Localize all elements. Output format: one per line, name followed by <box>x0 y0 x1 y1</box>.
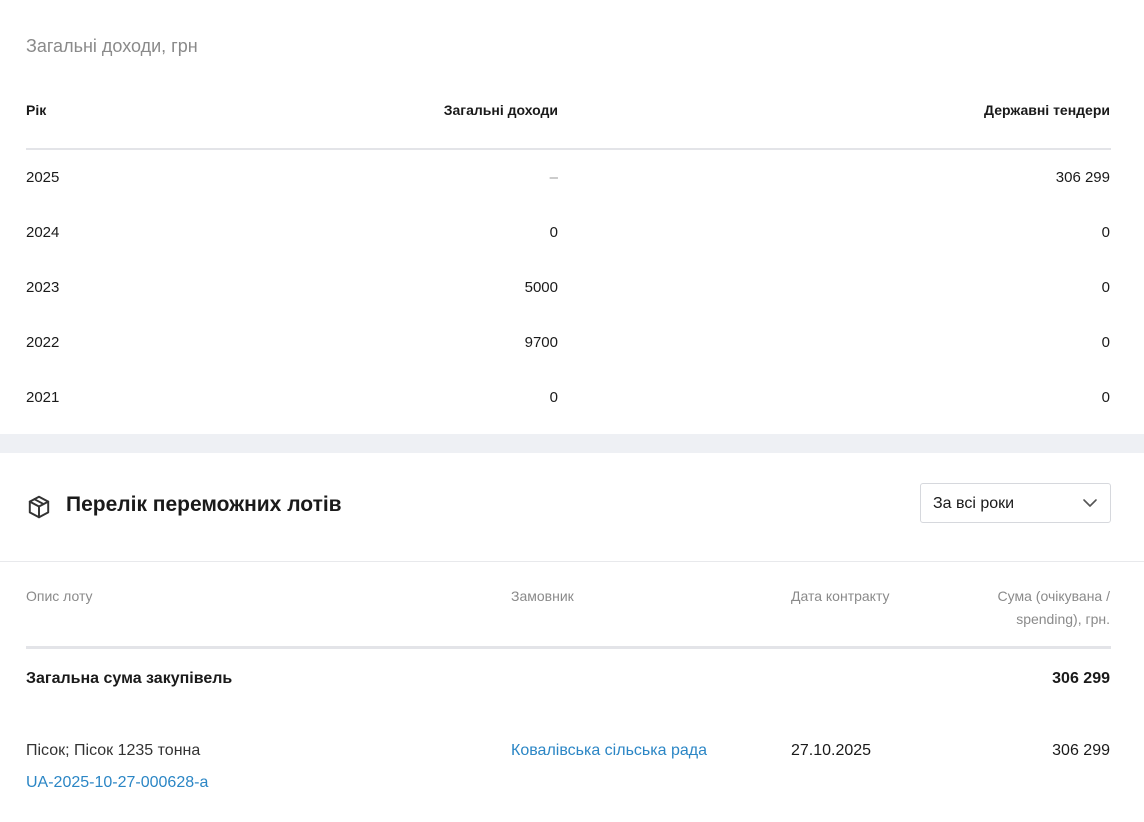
income-tenders: 0 <box>1101 389 1110 406</box>
lots-header-divider <box>0 561 1144 562</box>
lots-table-divider <box>26 646 1111 649</box>
income-year: 2021 <box>26 389 60 406</box>
lots-total-label: Загальна сума закупівель <box>26 670 233 687</box>
year-filter-value: За всі роки <box>933 495 1015 512</box>
lot-contract-date: 27.10.2025 <box>791 742 872 759</box>
lots-col-customer: Замовник <box>511 588 574 604</box>
income-section: Загальні доходи, грн Рік Загальні доходи… <box>0 0 1144 434</box>
lots-col-date: Дата контракту <box>791 588 890 604</box>
income-row-2025: 2025 – 306 299 <box>0 169 1144 189</box>
income-header-tenders: Державні тендери <box>984 102 1110 118</box>
income-row-2023: 2023 5000 0 <box>0 279 1144 299</box>
income-row-2024: 2024 0 0 <box>0 224 1144 244</box>
income-year: 2025 <box>26 169 60 186</box>
income-tenders: 0 <box>1101 224 1110 241</box>
income-total: 9700 <box>524 334 558 351</box>
lots-col-sum-line2: spending), грн. <box>1016 611 1110 627</box>
chevron-down-icon <box>1083 499 1097 507</box>
income-tenders: 0 <box>1101 279 1110 296</box>
package-icon <box>28 495 50 519</box>
year-filter-select[interactable]: За всі роки <box>920 483 1111 523</box>
income-row-2022: 2022 9700 0 <box>0 334 1144 354</box>
lots-title: Перелік переможних лотів <box>66 493 342 516</box>
income-tenders: 0 <box>1101 334 1110 351</box>
income-header-year: Рік <box>26 102 47 118</box>
section-separator <box>0 434 1144 453</box>
income-year: 2023 <box>26 279 60 296</box>
lots-col-sum: Сума (очікувана / spending), грн. <box>950 585 1110 631</box>
lot-description: Пісок; Пісок 1235 тонна <box>26 742 201 759</box>
lots-col-description: Опис лоту <box>26 588 93 604</box>
income-header-divider <box>26 148 1111 150</box>
income-year: 2022 <box>26 334 60 351</box>
lot-customer-link[interactable]: Ковалівська сільська рада <box>511 742 707 760</box>
income-year: 2024 <box>26 224 60 241</box>
lots-col-sum-line1: Сума (очікувана / <box>997 588 1110 604</box>
income-title: Загальні доходи, грн <box>26 36 198 56</box>
income-total: 0 <box>549 389 558 406</box>
income-total: – <box>549 169 558 186</box>
income-total: 0 <box>549 224 558 241</box>
lot-sum: 306 299 <box>1052 742 1110 759</box>
income-tenders: 306 299 <box>1055 169 1110 186</box>
income-total: 5000 <box>524 279 558 296</box>
income-row-2021: 2021 0 0 <box>0 389 1144 409</box>
lot-id-link[interactable]: UA-2025-10-27-000628-a <box>26 774 208 792</box>
lots-total-value: 306 299 <box>1052 670 1110 687</box>
income-header-total: Загальні доходи <box>443 102 558 118</box>
